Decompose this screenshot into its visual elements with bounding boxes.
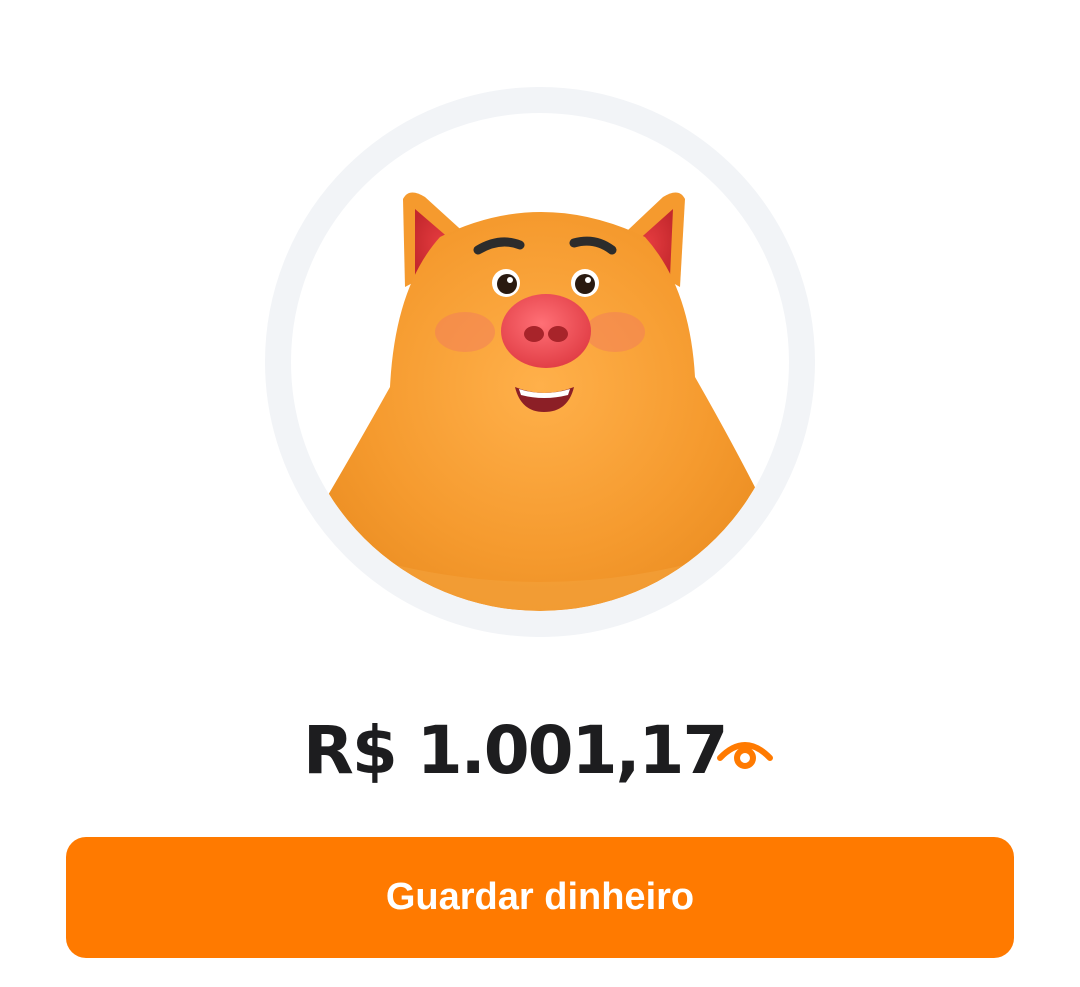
piggy-bank-mascot bbox=[315, 192, 765, 611]
mascot-avatar bbox=[265, 87, 815, 637]
save-money-button[interactable]: Guardar dinheiro bbox=[66, 837, 1014, 958]
balance-row: R$ 1.001,17 bbox=[0, 706, 1080, 796]
balance-amount: R$ 1.001,17 bbox=[303, 712, 728, 789]
eye-icon bbox=[717, 742, 773, 769]
toggle-balance-visibility-button[interactable] bbox=[712, 728, 778, 776]
